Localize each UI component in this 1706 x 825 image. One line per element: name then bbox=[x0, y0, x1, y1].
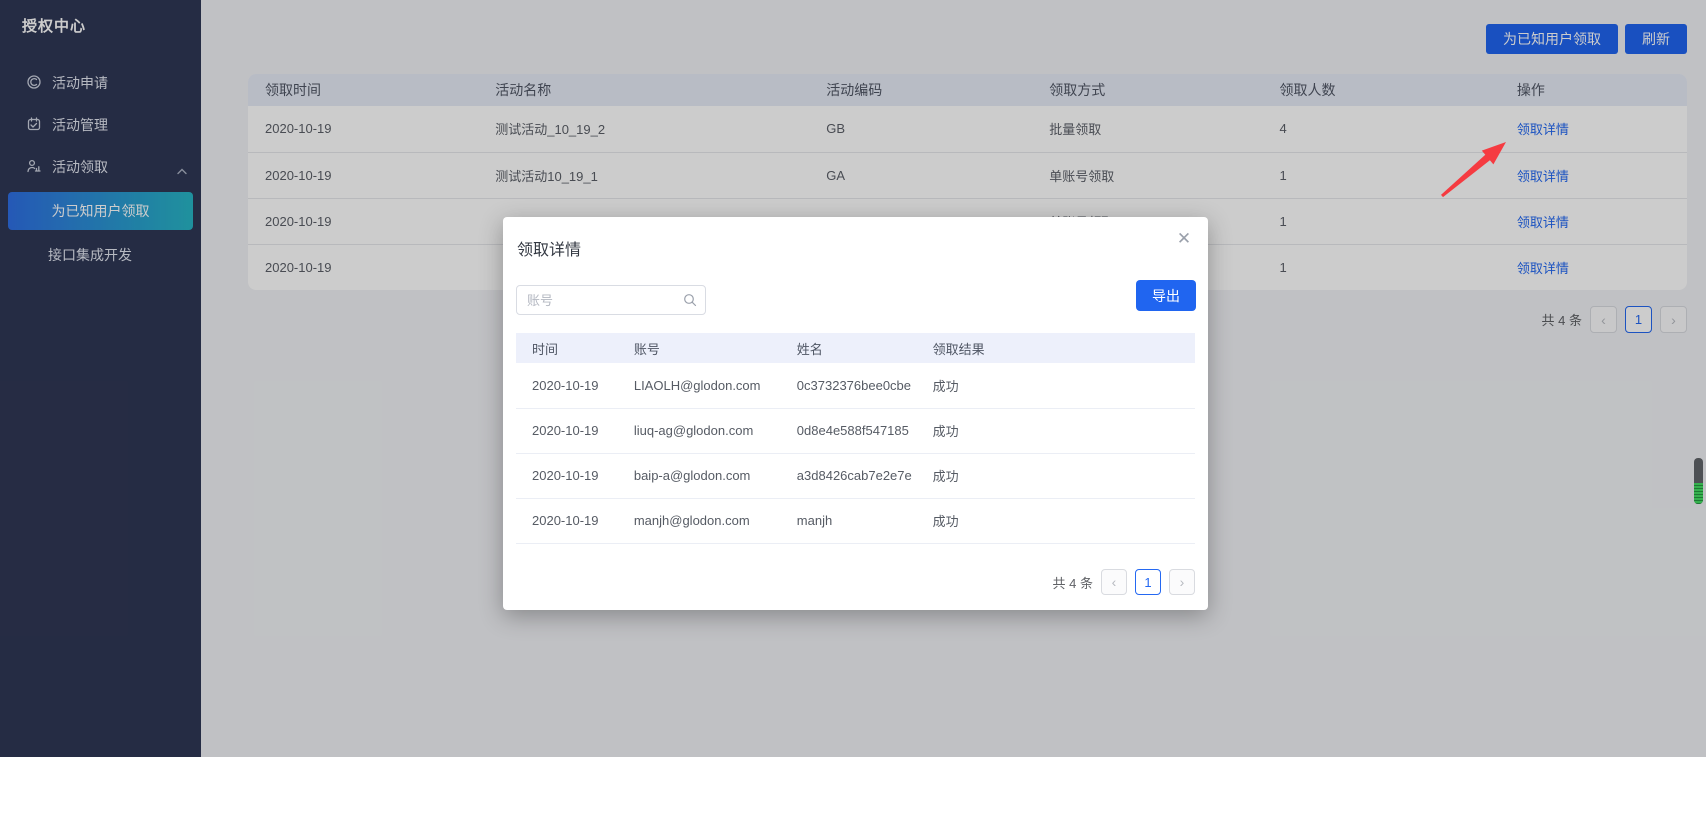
cell-name: a3d8426cab7e2e7e bbox=[781, 453, 917, 498]
cell-name: 0c3732376bee0cbe bbox=[781, 363, 917, 408]
col-name: 姓名 bbox=[781, 333, 917, 363]
table-row: 2020-10-19 manjh@glodon.com manjh 成功 bbox=[516, 498, 1195, 543]
close-icon[interactable]: ✕ bbox=[1173, 228, 1195, 250]
cell-time: 2020-10-19 bbox=[516, 408, 618, 453]
cell-name: manjh bbox=[781, 498, 917, 543]
page-bottom-gap bbox=[0, 757, 1706, 825]
app-window: 授权中心 活动申请 活动管理 活动领取 bbox=[0, 0, 1706, 757]
cell-time: 2020-10-19 bbox=[516, 453, 618, 498]
claim-detail-table: 时间 账号 姓名 领取结果 2020-10-19 LIAOLH@glodon.c… bbox=[516, 333, 1195, 544]
cell-account: LIAOLH@glodon.com bbox=[618, 363, 781, 408]
table-row: 2020-10-19 baip-a@glodon.com a3d8426cab7… bbox=[516, 453, 1195, 498]
export-button[interactable]: 导出 bbox=[1136, 280, 1196, 311]
cell-result: 成功 bbox=[917, 363, 1195, 408]
table-row: 2020-10-19 LIAOLH@glodon.com 0c3732376be… bbox=[516, 363, 1195, 408]
claim-detail-modal: 领取详情 ✕ 导出 时间 账号 姓名 领取结果 bbox=[503, 217, 1208, 610]
page-number-button[interactable]: 1 bbox=[1135, 569, 1161, 595]
cell-result: 成功 bbox=[917, 408, 1195, 453]
cell-account: liuq-ag@glodon.com bbox=[618, 408, 781, 453]
col-claim-result: 领取结果 bbox=[917, 333, 1195, 363]
modal-pagination: 共 4 条 ‹ 1 › bbox=[1053, 569, 1195, 595]
pagination-total: 共 4 条 bbox=[1053, 573, 1093, 592]
search-icon bbox=[683, 293, 697, 312]
scrollbar-thumb[interactable] bbox=[1694, 458, 1703, 504]
detail-table-header: 时间 账号 姓名 领取结果 bbox=[516, 333, 1195, 363]
modal-title: 领取详情 bbox=[517, 236, 581, 260]
cell-account: baip-a@glodon.com bbox=[618, 453, 781, 498]
account-search bbox=[516, 285, 706, 315]
table-row: 2020-10-19 liuq-ag@glodon.com 0d8e4e588f… bbox=[516, 408, 1195, 453]
cell-account: manjh@glodon.com bbox=[618, 498, 781, 543]
modal-table-wrap: 时间 账号 姓名 领取结果 2020-10-19 LIAOLH@glodon.c… bbox=[516, 333, 1195, 544]
cell-time: 2020-10-19 bbox=[516, 498, 618, 543]
cell-result: 成功 bbox=[917, 453, 1195, 498]
scrollbar-green-stripes bbox=[1694, 483, 1703, 504]
cell-time: 2020-10-19 bbox=[516, 363, 618, 408]
cell-name: 0d8e4e588f547185 bbox=[781, 408, 917, 453]
col-account: 账号 bbox=[618, 333, 781, 363]
account-search-input[interactable] bbox=[516, 285, 706, 315]
cell-result: 成功 bbox=[917, 498, 1195, 543]
col-time: 时间 bbox=[516, 333, 618, 363]
next-page-icon[interactable]: › bbox=[1169, 569, 1195, 595]
prev-page-icon[interactable]: ‹ bbox=[1101, 569, 1127, 595]
